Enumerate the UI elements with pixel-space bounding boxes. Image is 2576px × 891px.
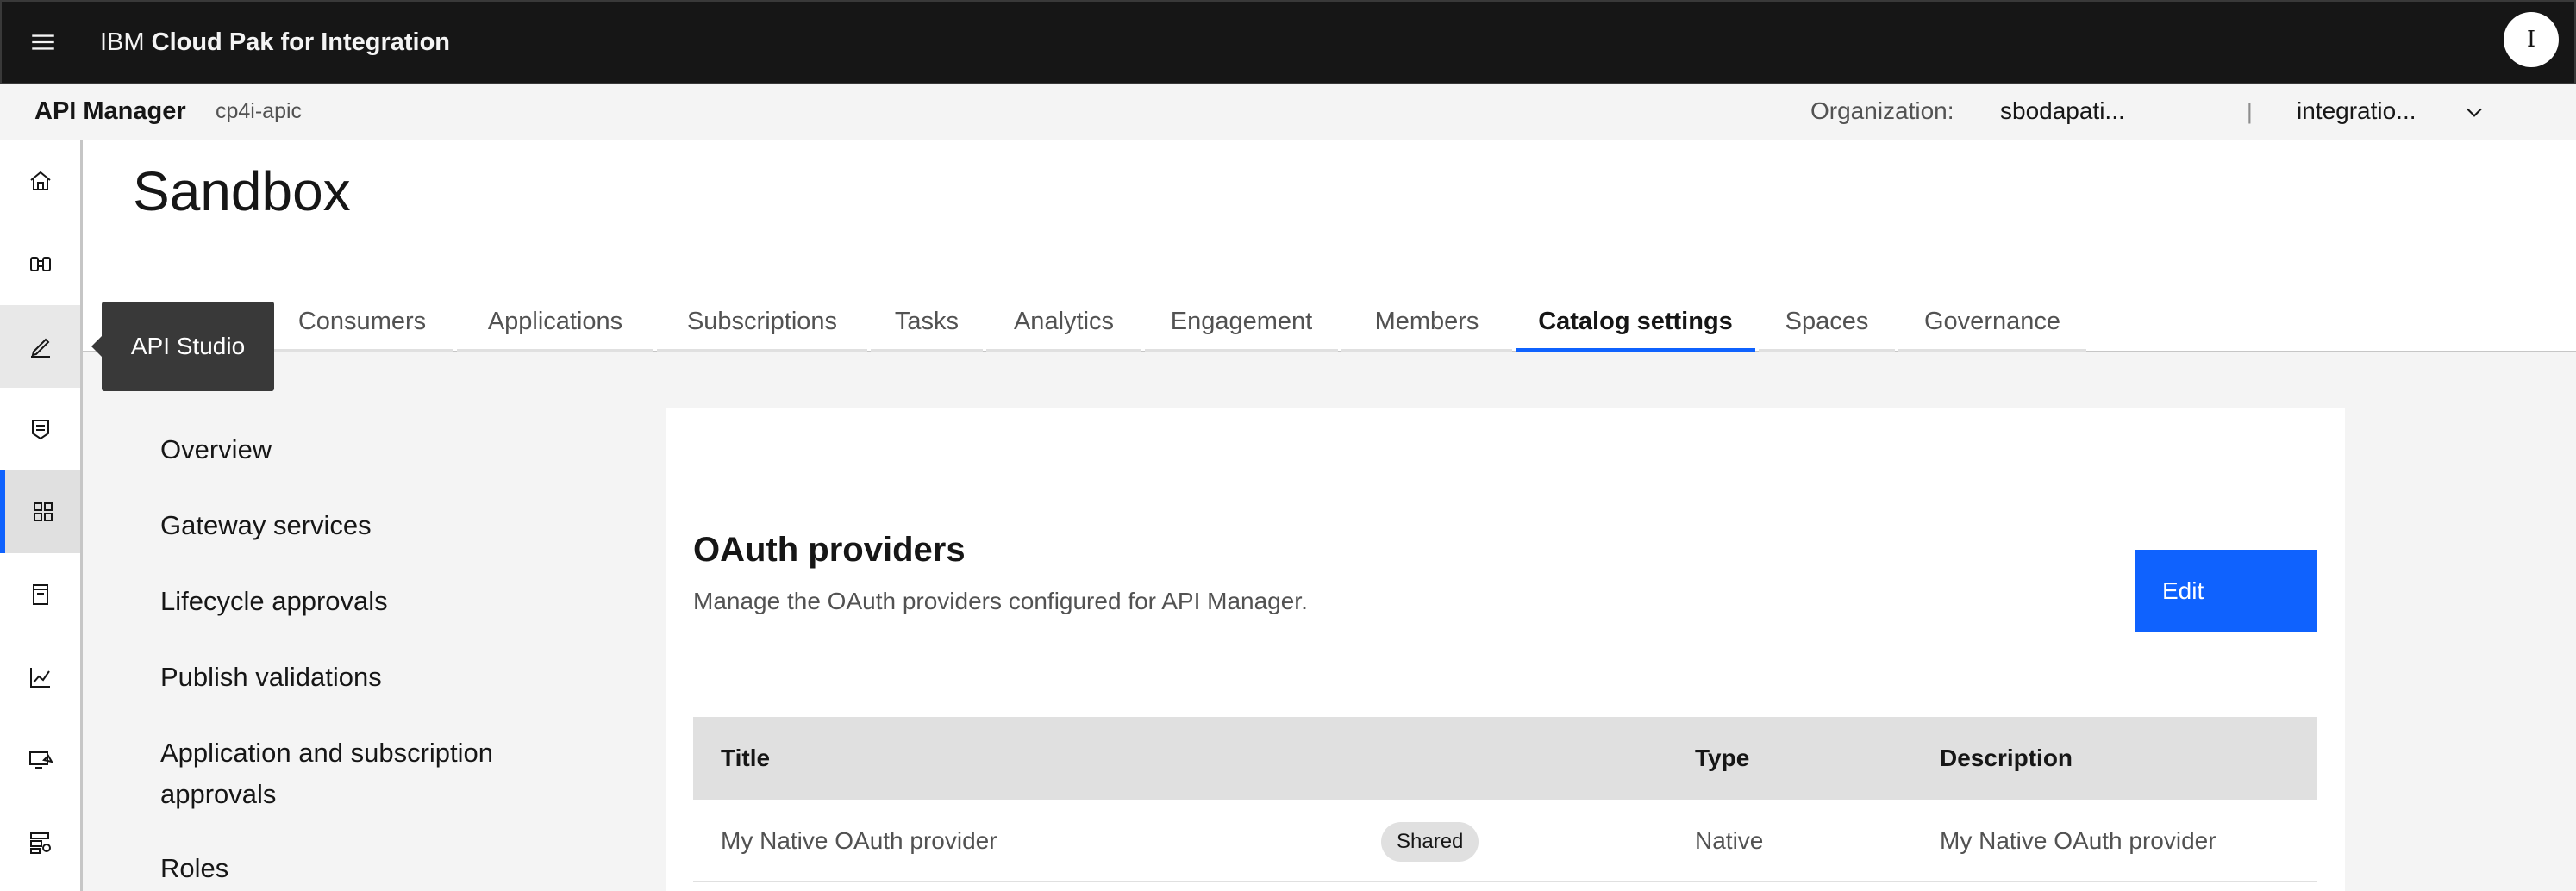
brand-name: Cloud Pak for Integration	[151, 28, 451, 56]
column-description[interactable]: Description	[1940, 717, 2073, 800]
tab-applications[interactable]: Applications	[457, 295, 653, 352]
tab-members[interactable]: Members	[1341, 295, 1512, 352]
oauth-providers-table: Title Type Description My Native OAuth p…	[693, 717, 2317, 882]
settings-nav-app-subscription-approvals[interactable]: Application and subscription approvals	[160, 732, 540, 815]
table-row[interactable]: My Native OAuth provider Shared Native M…	[693, 800, 2317, 882]
avatar[interactable]: I	[2504, 12, 2559, 67]
binoculars-icon	[29, 257, 51, 271]
page-title: Sandbox	[133, 160, 351, 222]
edit-button[interactable]: Edit	[2135, 550, 2317, 632]
settings-nav-overview[interactable]: Overview	[160, 429, 609, 470]
column-title[interactable]: Title	[721, 717, 770, 800]
catalog-icon	[32, 584, 48, 605]
rail-certificates[interactable]	[0, 388, 80, 470]
shared-tag: Shared	[1381, 822, 1479, 862]
catalog-selector[interactable]: integratio...	[2297, 91, 2417, 131]
rail-devices[interactable]	[0, 719, 80, 801]
tab-tasks[interactable]: Tasks	[871, 295, 983, 352]
brand-title[interactable]: IBM Cloud Pak for Integration	[100, 28, 450, 57]
tab-analytics[interactable]: Analytics	[986, 295, 1141, 352]
side-rail	[0, 140, 83, 891]
oauth-providers-card: OAuth providers Manage the OAuth provide…	[666, 408, 2345, 891]
rail-home[interactable]	[0, 140, 80, 222]
catalog-tabs: sets Consumers Applications Subscription…	[83, 295, 2576, 352]
table-header: Title Type Description	[693, 717, 2317, 800]
brand-prefix: IBM	[100, 28, 145, 56]
row-description: My Native OAuth provider	[1940, 827, 2216, 854]
tab-governance[interactable]: Governance	[1898, 295, 2086, 352]
analytics-icon	[29, 668, 50, 688]
settings-nav-lifecycle-approvals[interactable]: Lifecycle approvals	[160, 581, 609, 622]
edit-icon	[30, 338, 50, 358]
organization-label: Organization:	[1810, 97, 1954, 124]
catalog-header: Sandbox sets Consumers Applications Subs…	[83, 140, 2576, 352]
rail-manage[interactable]	[0, 470, 80, 553]
settings-nav-gateway-services[interactable]: Gateway services	[160, 505, 609, 546]
product-name: API Manager	[34, 97, 186, 125]
rail-tooltip: API Studio	[91, 302, 274, 391]
divider: |	[2247, 98, 2253, 124]
rail-api-studio[interactable]	[0, 305, 80, 388]
rail-catalog[interactable]	[0, 553, 80, 636]
devices-icon	[28, 751, 53, 769]
tab-spaces[interactable]: Spaces	[1759, 295, 1895, 352]
rail-analytics[interactable]	[0, 636, 80, 719]
section-title: OAuth providers	[693, 531, 966, 569]
menu-icon[interactable]	[2, 1, 84, 84]
settings-nav-publish-validations[interactable]: Publish validations	[160, 657, 609, 698]
row-type: Native	[1695, 827, 1764, 854]
tab-catalog-settings[interactable]: Catalog settings	[1516, 295, 1755, 352]
top-header: IBM Cloud Pak for Integration I	[0, 0, 2576, 84]
tab-subscriptions[interactable]: Subscriptions	[657, 295, 867, 352]
chevron-down-icon[interactable]	[2462, 100, 2486, 124]
apps-icon	[33, 502, 53, 521]
rail-discover[interactable]	[0, 222, 80, 305]
instance-name: cp4i-apic	[216, 99, 303, 123]
data-settings-icon	[29, 832, 51, 854]
settings-nav-roles[interactable]: Roles	[160, 848, 609, 889]
product-bar: API Manager cp4i-apic Organization: sbod…	[0, 84, 2576, 140]
column-type[interactable]: Type	[1695, 717, 1749, 800]
organization-selector[interactable]: sbodapati...	[2000, 91, 2125, 131]
row-title: My Native OAuth provider	[721, 827, 997, 854]
home-icon	[29, 171, 51, 190]
rail-admin[interactable]	[0, 801, 80, 884]
tab-engagement[interactable]: Engagement	[1145, 295, 1338, 352]
tab-consumers[interactable]: Consumers	[271, 295, 453, 352]
section-description: Manage the OAuth providers configured fo…	[693, 588, 1308, 614]
certificate-icon	[31, 420, 49, 440]
